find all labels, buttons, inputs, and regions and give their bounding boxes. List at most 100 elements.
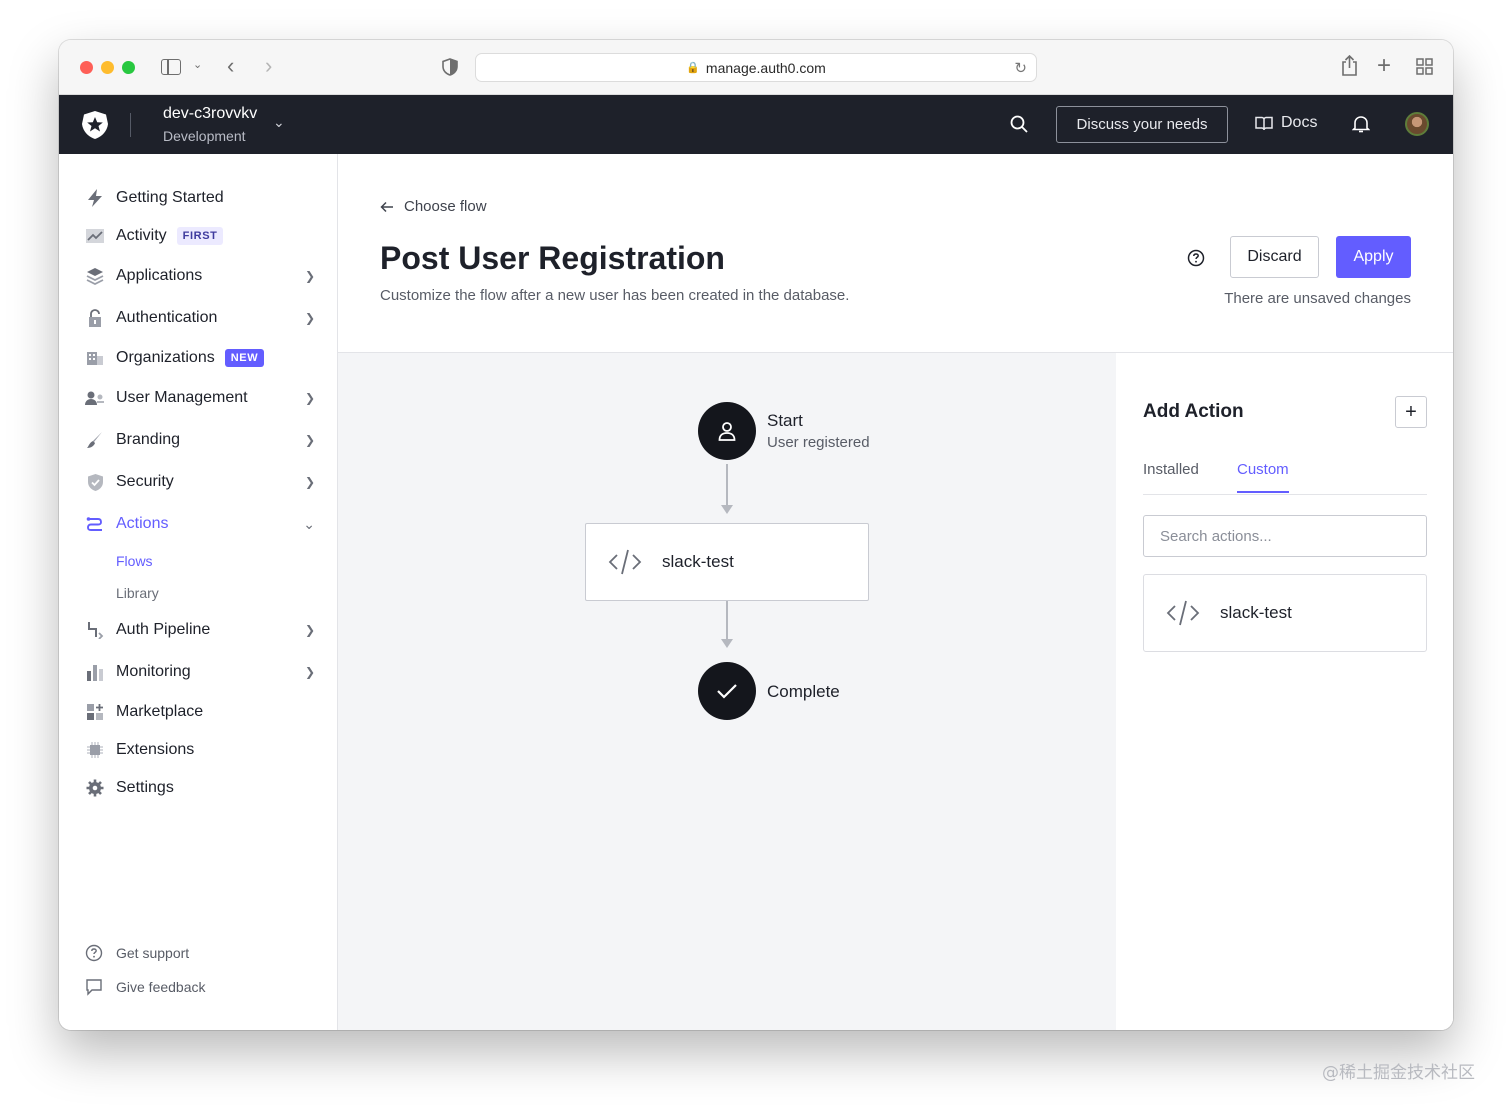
get-support-link[interactable]: Get support [85,944,189,962]
sidebar-item-extensions[interactable]: Extensions [85,737,315,763]
docs-link[interactable]: Docs [1255,114,1317,132]
help-circle-icon [85,944,103,962]
zoom-window-button[interactable] [122,61,135,74]
url-text: manage.auth0.com [705,59,826,76]
sidebar-item-label: Marketplace [116,703,204,720]
back-arrow-icon[interactable]: ‹ [227,55,234,77]
chevron-right-icon: ❯ [304,433,315,447]
bell-icon[interactable] [1352,114,1370,134]
custom-action-label: slack-test [1220,603,1292,622]
sidebar-subitem-library[interactable]: Library [116,585,159,601]
search-icon[interactable] [1009,114,1029,134]
chevron-right-icon: ❯ [304,391,315,405]
complete-node[interactable] [698,662,756,720]
close-window-button[interactable] [80,61,93,74]
forward-arrow-icon[interactable]: › [265,55,272,77]
tab-custom[interactable]: Custom [1237,461,1289,493]
sidebar-item-label: Activity [116,227,167,244]
chevron-right-icon: ❯ [304,665,315,679]
flow-canvas[interactable]: Start User registered slack-test Complet… [338,352,1116,1030]
actions-icon [85,514,105,534]
book-icon [1255,116,1273,130]
share-icon[interactable] [1341,55,1358,76]
tenant-chevron-down-icon[interactable]: ⌄ [273,114,285,131]
privacy-shield-icon[interactable] [442,58,458,76]
layers-icon [85,266,105,286]
app-header: dev-c3rovvkv Development ⌄ Discuss your … [59,95,1453,154]
user-avatar[interactable] [1405,112,1429,136]
sidebar-item-actions[interactable]: Actions ⌄ [85,511,315,537]
browser-toolbar: ⌄ ‹ › 🔒 manage.auth0.com ↻ + [59,40,1453,95]
users-icon [85,388,105,408]
sidebar-item-auth-pipeline[interactable]: Auth Pipeline ❯ [85,617,315,643]
chevron-right-icon: ❯ [304,475,315,489]
chevron-down-icon[interactable]: ⌄ [193,60,202,71]
discuss-needs-button[interactable]: Discuss your needs [1056,106,1228,143]
sidebar-item-settings[interactable]: Settings [85,775,315,801]
tab-overview-icon[interactable] [1416,58,1433,75]
panel-title: Add Action [1143,401,1244,422]
arrow-left-icon [380,201,393,212]
back-to-choose-flow-link[interactable]: Choose flow [380,198,487,215]
sidebar-item-marketplace[interactable]: Marketplace [85,699,315,725]
minimize-window-button[interactable] [101,61,114,74]
chevron-right-icon: ❯ [304,623,315,637]
sidebar-item-activity[interactable]: Activity FIRST [85,223,315,249]
browser-window: ⌄ ‹ › 🔒 manage.auth0.com ↻ + dev-c3rovvk… [59,40,1453,1030]
gear-icon [85,778,105,798]
sidebar-item-user-management[interactable]: User Management ❯ [85,385,315,411]
sidebar-item-label: User Management [116,389,248,406]
sidebar-item-security[interactable]: Security ❯ [85,469,315,495]
sidebar-item-authentication[interactable]: Authentication ❯ [85,305,315,331]
page-title: Post User Registration [380,240,725,276]
back-label: Choose flow [404,198,487,215]
first-badge: FIRST [176,227,224,245]
chart-icon [85,226,105,246]
sidebar-item-label: Monitoring [116,663,191,680]
sidebar-item-label: Branding [116,431,181,448]
help-icon[interactable] [1187,249,1205,267]
custom-action-card[interactable]: slack-test [1143,574,1427,652]
comment-icon [86,979,102,996]
code-icon [1166,600,1200,626]
brush-icon [85,430,105,450]
auth0-logo-icon[interactable] [81,110,109,140]
sidebar-item-branding[interactable]: Branding ❯ [85,427,315,453]
address-bar[interactable]: 🔒 manage.auth0.com ↻ [475,53,1037,82]
apply-button[interactable]: Apply [1336,236,1411,278]
docs-label: Docs [1281,114,1318,131]
discard-button[interactable]: Discard [1230,236,1319,278]
page-subtitle: Customize the flow after a new user has … [380,287,850,304]
lock-icon: 🔒 [686,62,700,74]
sidebar-item-applications[interactable]: Applications ❯ [85,263,315,289]
sidebar-toggle-icon[interactable] [161,59,181,75]
tenant-name[interactable]: dev-c3rovvkv [163,105,257,123]
reload-icon[interactable]: ↻ [1014,59,1027,77]
sidebar-item-label: Applications [116,267,203,284]
sidebar-item-monitoring[interactable]: Monitoring ❯ [85,659,315,685]
tab-installed[interactable]: Installed [1143,461,1199,491]
sidebar-item-label: Auth Pipeline [116,621,211,638]
sidebar-item-label: Extensions [116,741,195,758]
building-icon [85,348,105,368]
add-action-plus-button[interactable]: + [1395,396,1427,428]
unsaved-changes-text: There are unsaved changes [1224,290,1411,307]
give-feedback-link[interactable]: Give feedback [85,978,206,996]
arrow-down-icon [721,505,733,514]
header-divider [130,113,131,137]
sidebar-subitem-flows[interactable]: Flows [116,553,153,569]
search-actions-input[interactable] [1143,515,1427,557]
sidebar-item-getting-started[interactable]: Getting Started [85,185,315,211]
get-support-label: Get support [116,945,190,961]
start-node-title: Start [767,411,803,430]
start-node[interactable] [698,402,756,460]
tenant-environment[interactable]: Development [163,128,246,144]
flow-action-card[interactable]: slack-test [585,523,869,601]
check-icon [717,684,737,699]
give-feedback-label: Give feedback [116,979,206,995]
sidebar-item-label: Settings [116,779,174,796]
new-tab-icon[interactable]: + [1377,54,1391,78]
user-icon [718,422,736,441]
sidebar-item-organizations[interactable]: Organizations NEW [85,345,315,371]
arrow-down-icon [721,639,733,648]
